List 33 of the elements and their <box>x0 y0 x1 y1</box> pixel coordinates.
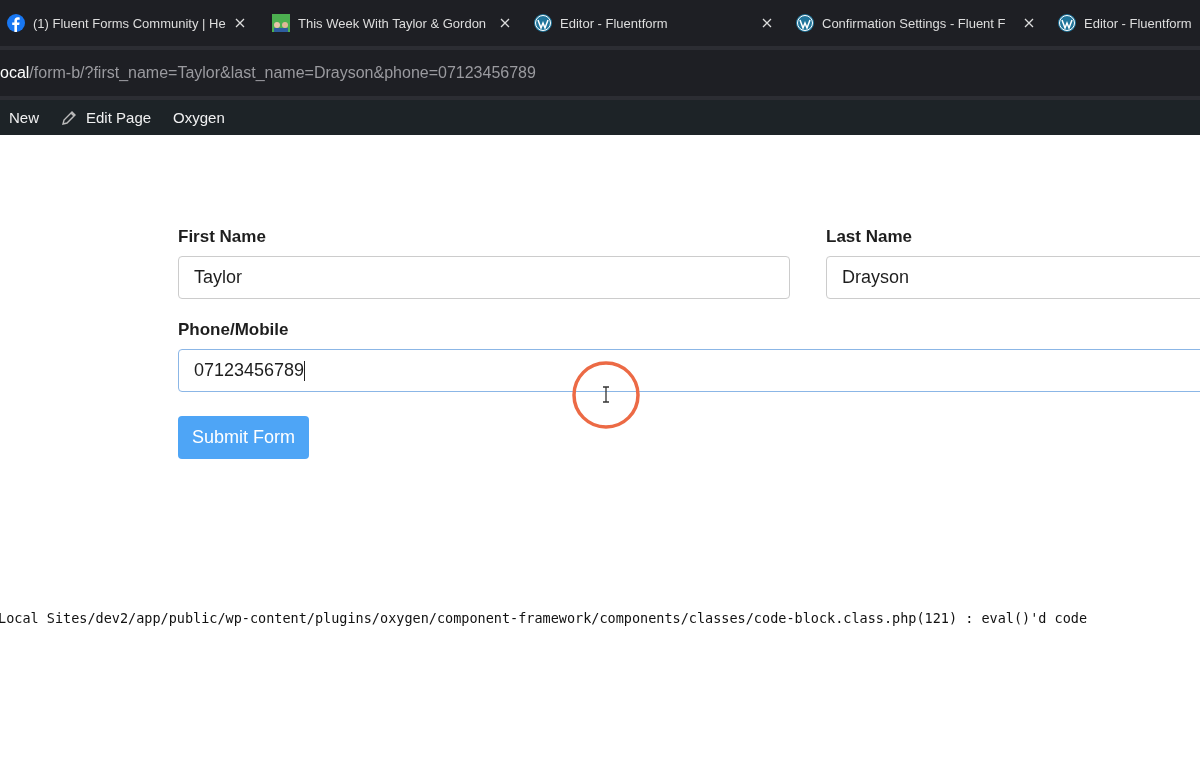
browser-tab[interactable]: (1) Fluent Forms Community | He <box>0 14 265 32</box>
wordpress-icon <box>1058 14 1076 32</box>
admin-bar-item[interactable]: Oxygen <box>173 109 225 126</box>
pencil-icon <box>61 109 77 126</box>
wordpress-icon <box>796 14 814 32</box>
input-field[interactable]: 07123456789 <box>178 349 1200 392</box>
input-field[interactable]: Drayson <box>826 256 1200 299</box>
close-icon[interactable] <box>1024 18 1034 28</box>
field-label: Last Name <box>826 227 913 247</box>
browser-tab[interactable]: This Week With Taylor & Gordon <box>265 14 527 32</box>
address-bar[interactable]: ocal/form-b/?first_name=Taylor&last_name=Drayson&phone=07123456789 <box>0 46 1200 100</box>
browser-tab[interactable]: Editor - Fluentform <box>1051 14 1200 32</box>
input-field[interactable]: Taylor <box>178 256 790 299</box>
error-message: Local Sites/dev2/app/public/wp-content/plugins/oxygen/component-framework/components/classes/code-block.class.php(121) : eval()'d code <box>0 610 1088 626</box>
tab-title: This Week With Taylor & Gordon <box>298 15 488 31</box>
thumbnail-icon <box>272 14 290 32</box>
field-label: Phone/Mobile <box>178 320 290 340</box>
close-icon[interactable] <box>500 18 510 28</box>
tab-title: (1) Fluent Forms Community | He <box>33 15 227 31</box>
tab-title: Editor - Fluentform <box>560 15 669 31</box>
browser-tab[interactable]: Editor - Fluentform <box>527 14 789 32</box>
cursor-highlight-icon <box>571 360 641 430</box>
tab-title: Confirmation Settings - Fluent F <box>822 15 1007 31</box>
close-icon[interactable] <box>235 18 245 28</box>
close-icon[interactable] <box>762 18 772 28</box>
field-label: First Name <box>178 227 267 247</box>
facebook-icon <box>7 14 25 32</box>
tab-title: Editor - Fluentform <box>1084 15 1193 31</box>
admin-bar-item[interactable]: Edit Page <box>61 109 152 126</box>
browser-tab[interactable]: Confirmation Settings - Fluent F <box>789 14 1051 32</box>
admin-bar-item[interactable]: New <box>9 109 39 126</box>
wordpress-icon <box>534 14 552 32</box>
url-text: ocal/form-b/?first_name=Taylor&last_name=Drayson&phone=07123456789 <box>0 64 536 82</box>
